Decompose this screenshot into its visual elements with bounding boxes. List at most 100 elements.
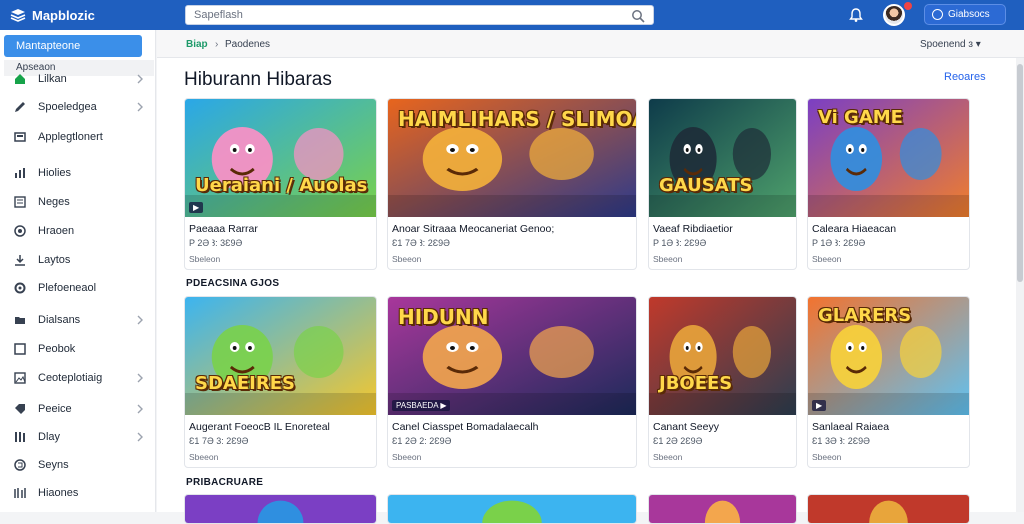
sidebar-item-peobok[interactable]: Peobok [0,339,156,359]
play-badge[interactable]: ▶ [812,400,827,411]
sidebar-item-hiolies[interactable]: Hiolies [0,163,156,183]
sidebar-item-peeice[interactable]: Peeice [0,399,156,419]
game-art-title: Ueraiani / Auolas [195,175,368,196]
game-card[interactable]: HIDUNN PASBAEDA ▶ Canel Ciasspet Bomadalae… [387,296,637,468]
game-subtitle: Sbeeon [189,452,219,462]
app-logo[interactable]: Mapblozic [10,8,180,23]
game-title[interactable]: Canel Ciasspet Bomadalaecalh [392,421,539,433]
sidebar-item-plefoeneaol[interactable]: Plefoeneaol [0,278,156,298]
game-card[interactable]: Vi GAME Caleara Hiaeacan P 1Ə Ꜣ: 2Ɛ9Ə Sbeeo… [807,98,970,270]
game-title[interactable]: Sanlaeal Raiaea [812,421,889,433]
sidebar-item-spoeledgea[interactable]: Spoeledgea [0,97,156,117]
sidebar-item-dlay[interactable]: Dlay [0,427,156,447]
game-thumbnail[interactable]: HAIMLIHARS / SLIMOAS [388,99,636,217]
game-card[interactable]: Ueraiani / Auolas ▶ Paeaaa Rarrar P 2Ə Ꜣ: 3… [184,98,377,270]
sidebar-item-lilkan[interactable]: Lilkan [0,69,156,89]
sidebar-item-hraoen[interactable]: Hraoen [0,221,156,241]
game-thumbnail[interactable]: SDAEIRES [185,297,376,415]
game-subtitle: Sbeeon [812,452,842,462]
game-card[interactable] [184,494,377,524]
breadcrumb-home[interactable]: Biap [186,39,208,50]
featured-link[interactable]: Reoares [944,71,986,83]
app-icon [14,132,26,142]
game-card[interactable]: GAUSATS Vaeaf Ribdiaetior P 1Ə Ꜣ: 2Ɛ9Ə Sbee… [648,98,797,270]
sidebar-item-neges[interactable]: Neges [0,192,156,212]
sidebar-item-active[interactable]: Mantapteone [4,35,142,57]
section-title: PRIBACRUARE [186,477,264,488]
game-thumbnail[interactable]: Ueraiani / Auolas ▶ [185,99,376,217]
search-placeholder: Sapeflash [194,9,243,21]
sidebar-item-ceoteplotiaig[interactable]: Ceoteplotiaig [0,368,156,388]
game-art-image [185,99,376,217]
game-thumbnail[interactable]: GAUSATS [649,99,796,217]
game-title[interactable]: Vaeaf Ribdiaetior [653,223,733,235]
play-badge[interactable]: PASBAEDA ▶ [392,400,451,411]
sidebar-item-label: Spoeledgea [38,101,97,113]
sidebar-item-label: Neges [38,196,70,208]
chevron-right-icon[interactable] [137,404,144,414]
sidebar-item-label: Hiolies [38,167,72,179]
game-art-title: Vi GAME [818,107,903,128]
game-art-title: JBOEES [659,373,733,394]
sidebar-item-dialsans[interactable]: Dialsans [0,310,156,330]
breadcrumb-current: Paodenes [225,39,271,50]
game-meta: P 2Ə Ꜣ: 3Ɛ9Ə [189,238,243,248]
game-title[interactable]: Anoar Sitraaa Meocaneriat Genoo; [392,223,554,235]
mail-icon [14,459,26,471]
download-icon [15,255,25,266]
game-thumbnail[interactable]: JBOEES [649,297,796,415]
game-thumbnail[interactable]: Vi GAME [808,99,969,217]
sidebar-item-label: Peobok [38,343,76,355]
game-thumbnail[interactable]: GLARERS ▶ [808,297,969,415]
game-subtitle: Sbeeon [392,452,422,462]
sidebar-item-hiaones[interactable]: Hiaones [0,483,156,503]
game-art-title: HIDUNN [398,305,489,329]
sort-dropdown[interactable]: Spoenend ɜ ▾ [920,39,981,50]
game-meta: Ɛ1 3Ə Ꜣ: 2Ɛ9Ə [812,436,870,446]
play-badge[interactable]: ▶ [189,202,204,213]
game-card[interactable] [807,494,970,524]
scrollbar[interactable] [1016,58,1024,512]
chevron-right-icon[interactable] [137,102,144,112]
app-name: Mapblozic [32,7,95,23]
game-card[interactable]: JBOEES Canant Seeyy Ɛ1 2Ə 2Ɛ9Ə Sbeeon [648,296,797,468]
game-card[interactable]: GLARERS ▶ Sanlaeal Raiaea Ɛ1 3Ə Ꜣ: 2Ɛ9Ə Sbee… [807,296,970,468]
game-card[interactable] [387,494,637,524]
game-card[interactable]: SDAEIRES Augerant FoeocB IL Enoreteal Ɛ1 7… [184,296,377,468]
game-card[interactable] [648,494,797,524]
globe-icon [14,225,26,237]
chevron-right-icon[interactable] [137,315,144,325]
page-title: Hiburann Hibaras [184,69,332,90]
folder-icon [15,317,25,324]
notification-bell-icon[interactable] [848,7,864,23]
chevron-right-icon[interactable] [137,432,144,442]
chevron-right-icon[interactable] [137,74,144,84]
game-thumbnail[interactable]: HIDUNN PASBAEDA ▶ [388,297,636,415]
avatar[interactable] [883,4,905,26]
sidebar-item-laytos[interactable]: Laytos [0,250,156,270]
book-icon [14,343,26,355]
search-input[interactable]: Sapeflash [185,5,654,25]
chevron-right-icon[interactable] [137,373,144,383]
game-art-image [649,297,796,415]
image-icon [14,372,26,384]
game-card[interactable]: HAIMLIHARS / SLIMOAS Anoar Sitraaa Meocan… [387,98,637,270]
grid-icon [14,488,26,498]
search-icon[interactable] [631,9,645,23]
game-art-image [185,495,376,523]
account-button[interactable]: Giabsocs [924,4,1006,25]
breadcrumb-separator: › [215,39,219,50]
game-title[interactable]: Paeaaa Rarrar [189,223,258,235]
sidebar-item-label: Applegtlonert [38,131,103,143]
sidebar-item-seyns[interactable]: Seyns [0,455,156,475]
library-icon [15,432,25,442]
sidebar-item-applegtlonert[interactable]: Applegtlonert [0,127,156,147]
game-meta: Ɛ1 7Ə Ꜣ: 2Ɛ9Ə [392,238,450,248]
game-art-image [185,297,376,415]
sidebar-item-label: Dlay [38,431,61,443]
scrollbar-thumb[interactable] [1017,64,1023,282]
game-title[interactable]: Augerant FoeocB IL Enoreteal [189,421,330,433]
game-title[interactable]: Canant Seeyy [653,421,719,433]
game-subtitle: Sbeeon [653,452,683,462]
game-title[interactable]: Caleara Hiaeacan [812,223,896,235]
